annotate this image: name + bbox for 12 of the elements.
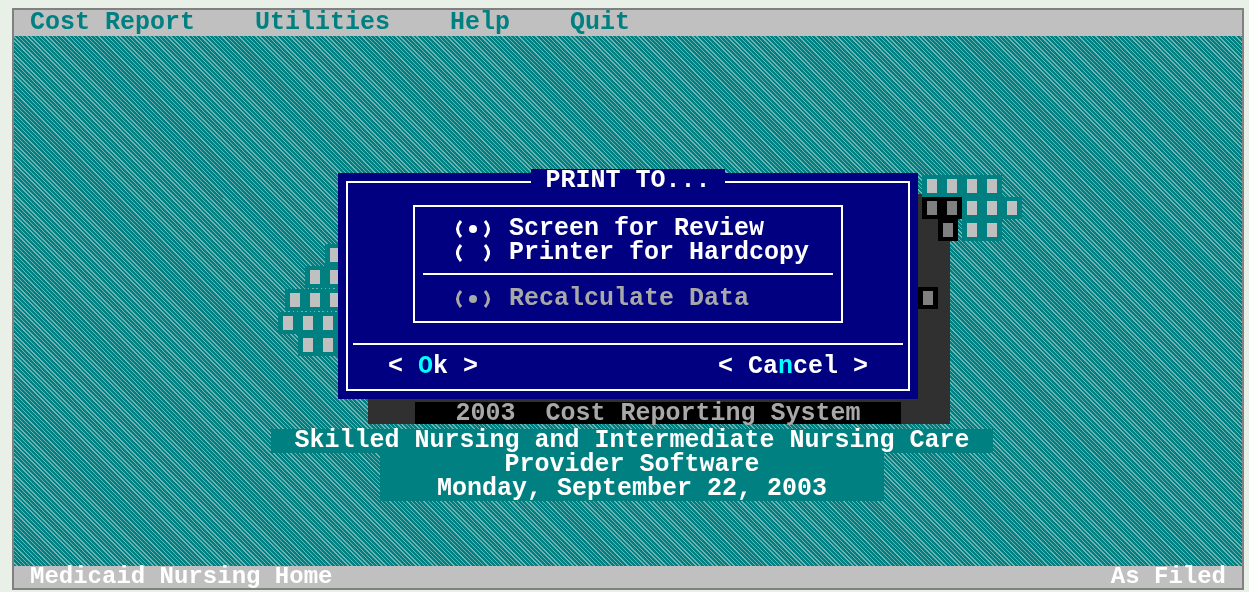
option-label: Printer for Hardcopy: [509, 241, 810, 265]
status-right: As Filed: [1110, 565, 1226, 589]
banner-text: 2003 Cost Reporting System: [415, 402, 901, 424]
menu-item[interactable]: Help: [450, 11, 511, 35]
option-label: Recalculate Data: [509, 287, 750, 311]
menu-item[interactable]: Utilities: [255, 11, 391, 35]
menu-item[interactable]: Cost Report: [30, 11, 196, 35]
status-left: Medicaid Nursing Home: [30, 565, 333, 589]
dialog-button[interactable]: < Cancel >: [717, 355, 868, 379]
option-label: Screen for Review: [509, 217, 765, 241]
menu-item[interactable]: Quit: [570, 11, 631, 35]
dialog-button[interactable]: < Ok >: [388, 355, 479, 379]
